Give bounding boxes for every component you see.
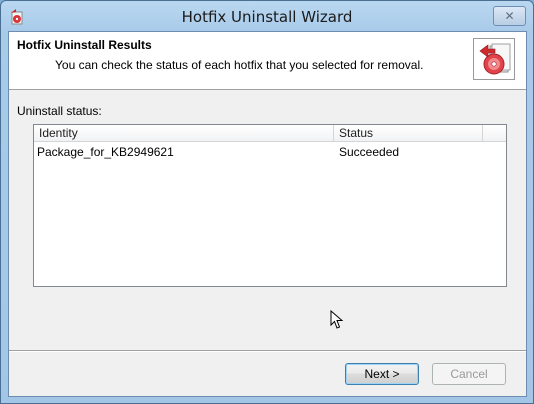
row-identity-cell: Package_for_KB2949621 <box>37 145 174 159</box>
uninstall-status-label: Uninstall status: <box>17 104 102 118</box>
results-listview[interactable]: Identity Status Package_for_KB2949621 Su… <box>33 124 507 287</box>
client-area: Hotfix Uninstall Results You can check t… <box>8 31 527 397</box>
close-icon: ✕ <box>504 9 515 23</box>
cancel-button[interactable]: Cancel <box>432 363 506 385</box>
header-title: Hotfix Uninstall Results <box>17 38 152 52</box>
uninstall-disc-icon <box>473 38 515 80</box>
header-subtitle: You can check the status of each hotfix … <box>55 58 424 72</box>
footer-divider <box>9 350 526 352</box>
table-row[interactable]: Package_for_KB2949621 Succeeded <box>34 144 506 160</box>
next-button[interactable]: Next > <box>345 363 419 385</box>
wizard-header: Hotfix Uninstall Results You can check t… <box>9 32 526 90</box>
mouse-cursor-icon <box>330 309 344 333</box>
row-status-cell: Succeeded <box>339 145 400 159</box>
close-button[interactable]: ✕ <box>493 6 526 26</box>
window-title: Hotfix Uninstall Wizard <box>181 8 353 26</box>
column-header-identity[interactable]: Identity <box>34 125 334 141</box>
column-header-status[interactable]: Status <box>334 125 483 141</box>
listview-header: Identity Status <box>34 125 506 142</box>
wizard-window: Hotfix Uninstall Wizard ✕ Hotfix Uninsta… <box>0 0 534 404</box>
title-bar[interactable]: Hotfix Uninstall Wizard ✕ <box>1 1 533 34</box>
